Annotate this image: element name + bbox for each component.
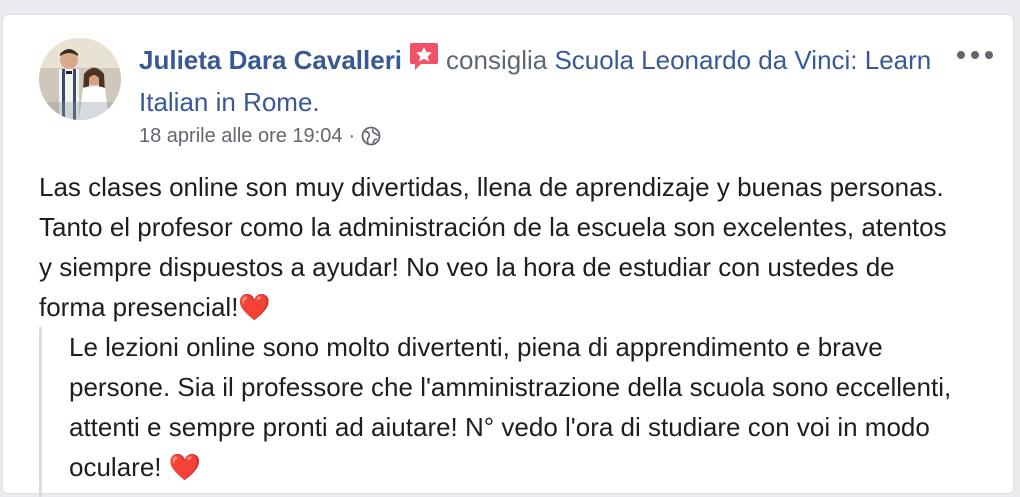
post-timestamp[interactable]: 18 aprile alle ore 19:04 xyxy=(139,121,342,151)
avatar[interactable] xyxy=(39,38,121,120)
translation-text: Le lezioni online sono molto divertenti,… xyxy=(69,332,952,482)
globe-icon[interactable] xyxy=(361,126,381,146)
author-name[interactable]: Julieta Dara Cavalleri xyxy=(139,45,402,75)
post-header: Julieta Dara Cavalleri consiglia Scuola L… xyxy=(139,41,959,121)
post-card: Julieta Dara Cavalleri consiglia Scuola L… xyxy=(2,14,1014,497)
heart-emoji: ❤️ xyxy=(168,452,202,482)
meta-separator: · xyxy=(348,125,356,147)
post-body-text: Las clases online son muy divertidas, ll… xyxy=(39,172,947,322)
post-meta: 18 aprile alle ore 19:04 · xyxy=(139,121,381,151)
post-body: Las clases online son muy divertidas, ll… xyxy=(39,167,959,327)
recommendation-star-icon xyxy=(408,41,440,83)
more-options-icon[interactable] xyxy=(957,45,993,65)
post-translation: Le lezioni online sono molto divertenti,… xyxy=(39,327,979,497)
heart-emoji: ❤️ xyxy=(238,292,271,322)
recommend-action: consiglia xyxy=(446,45,548,75)
